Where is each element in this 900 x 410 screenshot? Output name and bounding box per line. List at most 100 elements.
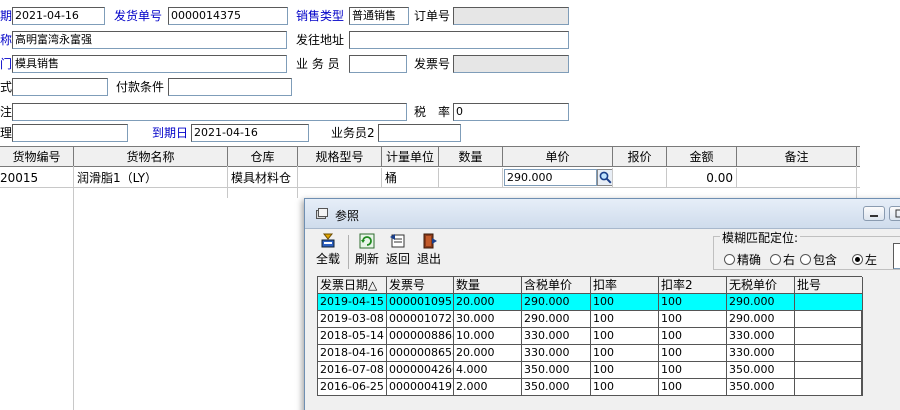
cell-discount2[interactable]: 100 — [659, 362, 727, 379]
cell-tax-incl-price[interactable]: 290.000 — [522, 294, 591, 311]
cell-price-editor[interactable]: 290.000 — [503, 168, 613, 188]
col-header-amount[interactable]: 金额 — [667, 147, 737, 167]
cell-quantity[interactable]: 20.000 — [454, 345, 522, 362]
minimize-button[interactable] — [863, 206, 885, 221]
cell-discount2[interactable]: 100 — [659, 345, 727, 362]
cell-quantity[interactable]: 10.000 — [454, 328, 522, 345]
col-header-price[interactable]: 单价 — [503, 147, 613, 167]
cell-invoice-no[interactable]: 0000010951 — [387, 294, 454, 311]
col-header-invoice-no[interactable]: 发票号 — [387, 277, 454, 294]
tax-field[interactable]: 0 — [453, 103, 569, 121]
cell-invoice-date[interactable]: 2019-03-08 — [318, 311, 387, 328]
cell-net-price[interactable]: 350.000 — [727, 379, 795, 396]
cell-net-price[interactable]: 290.000 — [727, 294, 795, 311]
col-header-qty[interactable]: 数量 — [439, 147, 503, 167]
sale-type-field[interactable]: 普通销售 — [349, 7, 409, 25]
cell-discount[interactable]: 100 — [591, 379, 659, 396]
cell-quote[interactable] — [613, 168, 667, 188]
cell-quantity[interactable]: 20.000 — [454, 294, 522, 311]
cell-discount[interactable]: 100 — [591, 328, 659, 345]
cell-tax-incl-price[interactable]: 350.000 — [522, 379, 591, 396]
locate-input[interactable] — [893, 243, 900, 269]
customer-name-field[interactable]: 高明富湾永富强 — [12, 31, 287, 49]
cell-quantity[interactable]: 2.000 — [454, 379, 522, 396]
cell-warehouse[interactable]: 模具材料仓 — [228, 168, 298, 188]
table-row[interactable]: 2018-04-16 0000008658 20.000 330.000 100… — [318, 345, 863, 362]
cell-name[interactable]: 润滑脂1（LY） — [74, 168, 228, 188]
maximize-button[interactable] — [889, 206, 900, 221]
cell-batch-no[interactable] — [795, 345, 863, 362]
cell-unit[interactable]: 桶 — [382, 168, 439, 188]
cell-batch-no[interactable] — [795, 362, 863, 379]
col-header-tax-incl-price[interactable]: 含税单价 — [522, 277, 591, 294]
col-header-name[interactable]: 货物名称 — [74, 147, 228, 167]
cell-net-price[interactable]: 290.000 — [727, 311, 795, 328]
cell-discount[interactable]: 100 — [591, 362, 659, 379]
cell-discount2[interactable]: 100 — [659, 294, 727, 311]
col-header-warehouse[interactable]: 仓库 — [228, 147, 298, 167]
cell-batch-no[interactable] — [795, 379, 863, 396]
cell-net-price[interactable]: 350.000 — [727, 362, 795, 379]
cell-discount2[interactable]: 100 — [659, 379, 727, 396]
note-field[interactable] — [12, 103, 407, 121]
radio-left[interactable]: 左 — [852, 251, 877, 268]
cell-invoice-no[interactable]: 0000008658 — [387, 345, 454, 362]
exit-button[interactable]: 退出 — [417, 233, 441, 267]
cell-invoice-date[interactable]: 2016-06-25 — [318, 379, 387, 396]
cell-invoice-date[interactable]: 2016-07-08 — [318, 362, 387, 379]
cell-invoice-no[interactable]: 0000004266 — [387, 362, 454, 379]
cell-discount2[interactable]: 100 — [659, 328, 727, 345]
col-header-invoice-date[interactable]: 发票日期△ — [318, 277, 387, 294]
clerk2-field[interactable] — [378, 124, 461, 142]
col-header-net-price[interactable]: 无税单价 — [727, 277, 795, 294]
table-row[interactable]: 2016-07-08 0000004266 4.000 350.000 100 … — [318, 362, 863, 379]
manager-field[interactable] — [12, 124, 128, 142]
cell-invoice-date[interactable]: 2018-04-16 — [318, 345, 387, 362]
cell-tax-incl-price[interactable]: 330.000 — [522, 345, 591, 362]
ship-no-field[interactable]: 0000014375 — [168, 7, 288, 25]
col-header-spec[interactable]: 规格型号 — [298, 147, 382, 167]
table-row[interactable]: 20015 润滑脂1（LY） 模具材料仓 桶 290.000 0.00 — [0, 168, 860, 188]
cell-discount[interactable]: 100 — [591, 311, 659, 328]
cell-invoice-date[interactable]: 2019-04-15 — [318, 294, 387, 311]
cell-quantity[interactable]: 30.000 — [454, 311, 522, 328]
due-date-field[interactable]: 2021-04-16 — [191, 124, 309, 142]
cell-discount[interactable]: 100 — [591, 345, 659, 362]
cell-batch-no[interactable] — [795, 294, 863, 311]
cell-batch-no[interactable] — [795, 311, 863, 328]
col-header-discount2[interactable]: 扣率2 — [659, 277, 727, 294]
cell-amount[interactable]: 0.00 — [667, 168, 737, 188]
col-header-unit[interactable]: 计量单位 — [382, 147, 439, 167]
cell-net-price[interactable]: 330.000 — [727, 328, 795, 345]
cell-discount2[interactable]: 100 — [659, 311, 727, 328]
cell-tax-incl-price[interactable]: 350.000 — [522, 362, 591, 379]
refresh-button[interactable]: 刷新 — [355, 233, 379, 267]
cell-tax-incl-price[interactable]: 330.000 — [522, 328, 591, 345]
col-header-quantity[interactable]: 数量 — [454, 277, 522, 294]
invoice-field[interactable] — [453, 55, 569, 73]
cell-invoice-no[interactable]: 0000008868 — [387, 328, 454, 345]
cell-tax-incl-price[interactable]: 290.000 — [522, 311, 591, 328]
cell-quantity[interactable]: 4.000 — [454, 362, 522, 379]
col-header-code[interactable]: 货物编号 — [0, 147, 74, 167]
radio-exact[interactable]: 精确 — [724, 251, 761, 268]
cell-discount[interactable]: 100 — [591, 294, 659, 311]
radio-right[interactable]: 右 — [770, 251, 795, 268]
cell-qty[interactable] — [439, 168, 503, 188]
cell-code[interactable]: 20015 — [0, 168, 74, 188]
radio-contains[interactable]: 包含 — [800, 251, 837, 268]
table-row-selected[interactable]: 2019-04-15 0000010951 20.000 290.000 100… — [318, 294, 863, 311]
date-field[interactable]: 2021-04-16 — [12, 7, 105, 25]
dialog-title-bar[interactable]: 参照 — [305, 199, 900, 229]
load-all-button[interactable]: 全载 — [316, 233, 340, 267]
dept-field[interactable]: 模具销售 — [12, 55, 287, 73]
cell-remark[interactable] — [737, 168, 857, 188]
cell-spec[interactable] — [298, 168, 382, 188]
terms-field[interactable] — [168, 78, 292, 96]
cell-batch-no[interactable] — [795, 328, 863, 345]
order-no-field[interactable] — [453, 7, 569, 25]
back-button[interactable]: 返回 — [386, 233, 410, 267]
cell-invoice-no[interactable]: 0000010728 — [387, 311, 454, 328]
cell-invoice-date[interactable]: 2018-05-14 — [318, 328, 387, 345]
clerk-field[interactable] — [349, 55, 407, 73]
